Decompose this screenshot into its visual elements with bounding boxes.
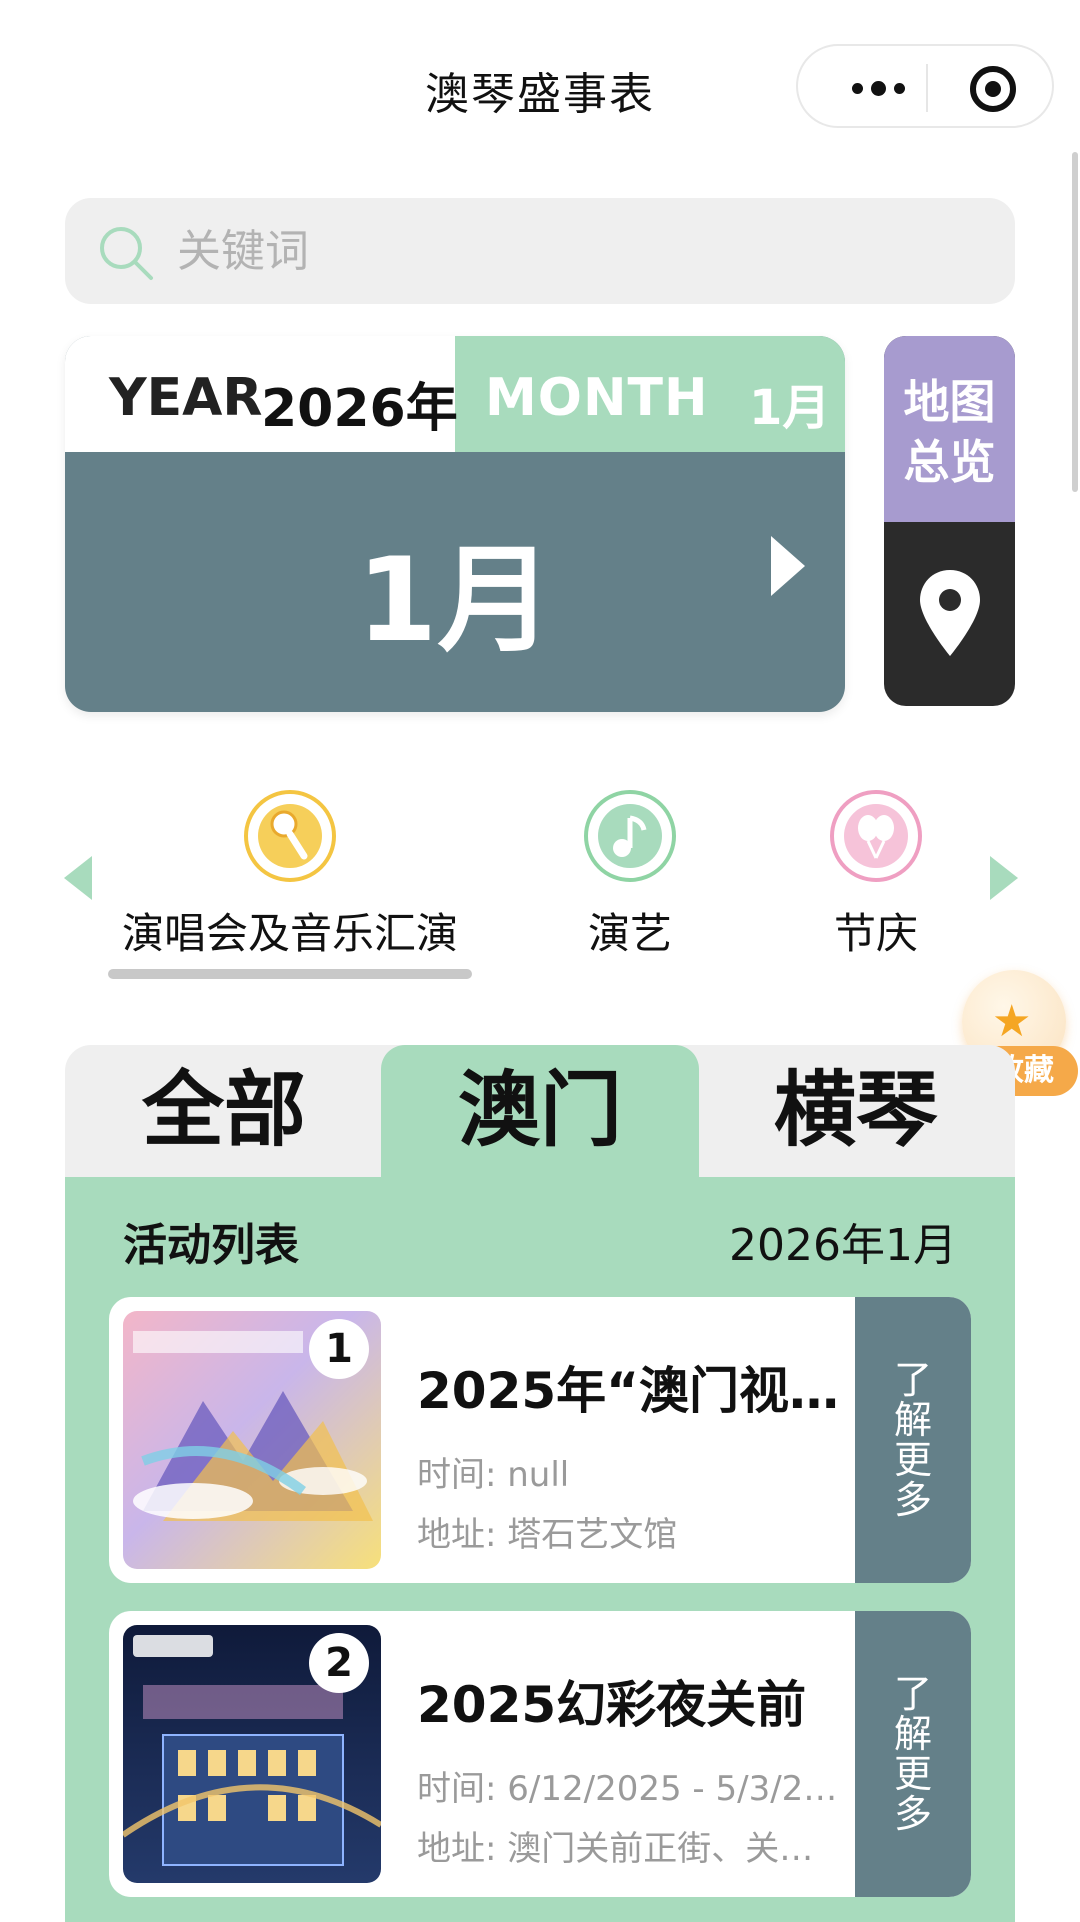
month-selector-card[interactable]: YEAR 2026年 MONTH 1月 1月 xyxy=(65,336,845,712)
scrollbar[interactable] xyxy=(1072,152,1078,492)
learn-more-label: 了解更多 xyxy=(893,1672,932,1836)
search-input[interactable] xyxy=(177,222,977,280)
region-tabs: 全部 澳门 横琴 xyxy=(65,1045,1015,1177)
mini-program-capsule xyxy=(796,44,1054,128)
event-time: 时间: null xyxy=(417,1455,570,1495)
event-list-date: 2026年1月 xyxy=(729,1220,957,1271)
event-time: 时间: 6/12/2025 - 5/3/2026 xyxy=(417,1769,847,1809)
event-title: 2025年“澳门视觉艺术年展” xyxy=(417,1362,847,1420)
capsule-divider xyxy=(926,64,928,112)
tab-hengqin[interactable]: 横琴 xyxy=(697,1045,1015,1177)
event-address: 地址: 塔石艺文馆 xyxy=(417,1515,678,1555)
search-bar[interactable] xyxy=(65,198,1015,304)
balloon-icon xyxy=(830,790,922,882)
event-list-title: 活动列表 xyxy=(123,1220,299,1271)
close-target-icon[interactable] xyxy=(970,66,1016,112)
location-pin-icon xyxy=(920,570,980,656)
category-prev-arrow-icon[interactable] xyxy=(64,856,92,900)
month-label: MONTH xyxy=(485,368,709,428)
top-nav-bar: 澳琴盛事表 xyxy=(0,0,1080,170)
learn-more-button[interactable]: 了解更多 xyxy=(855,1297,971,1583)
category-concert[interactable]: 演唱会及音乐汇演 xyxy=(110,790,470,961)
star-icon: ★ xyxy=(992,996,1032,1047)
category-festival[interactable]: 节庆 xyxy=(786,790,966,961)
event-address: 地址: 澳门关前正街、关前后街 xyxy=(417,1829,847,1869)
tab-all[interactable]: 全部 xyxy=(65,1045,383,1177)
map-overview-button[interactable]: 地图 总览 xyxy=(884,336,1015,706)
event-title: 2025幻彩夜关前 xyxy=(417,1676,807,1734)
event-rank-badge: 1 xyxy=(309,1319,369,1379)
next-month-arrow-icon[interactable] xyxy=(771,536,805,596)
more-options-icon[interactable] xyxy=(838,68,918,108)
year-value[interactable]: 2026年 xyxy=(261,366,458,441)
event-card[interactable]: 1 2025年“澳门视觉艺术年展” 时间: null 地址: 塔石艺文馆 了解更… xyxy=(109,1297,971,1583)
map-overview-label: 地图 总览 xyxy=(903,375,996,489)
event-card[interactable]: 2 2025幻彩夜关前 时间: 6/12/2025 - 5/3/2026 地址:… xyxy=(109,1611,971,1897)
month-value[interactable]: 1月 xyxy=(749,368,830,438)
microphone-icon xyxy=(244,790,336,882)
category-performance[interactable]: 演艺 xyxy=(540,790,720,961)
category-next-arrow-icon[interactable] xyxy=(990,856,1018,900)
year-label: YEAR xyxy=(109,368,263,428)
current-month-display: 1月 xyxy=(356,533,554,668)
event-list-panel: 活动列表 2026年1月 1 2025年“澳门视觉 时间: null 地址: 塔… xyxy=(65,1177,1015,1922)
category-label: 演唱会及音乐汇演 xyxy=(121,909,458,958)
music-note-icon xyxy=(584,790,676,882)
category-label: 演艺 xyxy=(587,909,672,958)
search-icon xyxy=(100,227,153,280)
learn-more-button[interactable]: 了解更多 xyxy=(855,1611,971,1897)
learn-more-label: 了解更多 xyxy=(893,1358,932,1522)
category-active-indicator xyxy=(108,969,472,979)
tab-macau[interactable]: 澳门 xyxy=(381,1045,699,1177)
event-rank-badge: 2 xyxy=(309,1633,369,1693)
